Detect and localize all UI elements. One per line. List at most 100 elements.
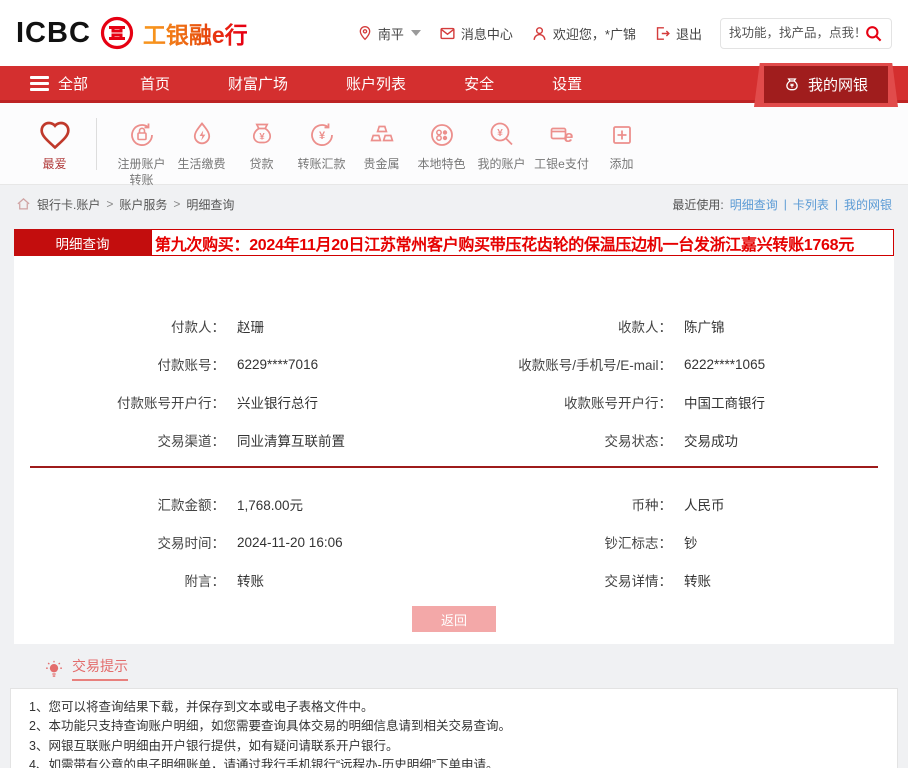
chevron-down-icon	[411, 30, 421, 36]
svg-text:¥: ¥	[497, 128, 503, 139]
nav-item-wealth-plaza[interactable]: 财富广场	[228, 73, 288, 94]
divider	[96, 118, 97, 170]
welcome-user[interactable]: 欢迎您，*广锦	[531, 24, 636, 43]
nav-item-security[interactable]: 安全	[464, 73, 494, 94]
nav-all-menu[interactable]: 全部	[30, 73, 88, 94]
logout-button[interactable]: 退出	[654, 24, 702, 43]
breadcrumb: 银行卡.账户 > 账户服务 > 明细查询	[16, 196, 234, 213]
quickbar-item-local-feature[interactable]: 本地特色	[413, 116, 470, 173]
svg-text:e: e	[563, 127, 572, 146]
local-feature-icon	[425, 116, 459, 154]
quickbar-label: 注册账户转账	[113, 157, 170, 188]
quickbar-item-favorites[interactable]: 最爱	[26, 116, 83, 173]
tips-title: 交易提示	[72, 656, 128, 681]
message-center-link[interactable]: 消息中心	[439, 24, 513, 43]
nav-item-home[interactable]: 首页	[140, 73, 170, 94]
tab-detail-query[interactable]: 明细查询	[14, 229, 151, 256]
quickbar-label: 我的账户	[477, 157, 525, 173]
time-value: 2024-11-20 16:06	[237, 535, 343, 550]
recent-link-detail-query[interactable]: 明细查询	[730, 196, 778, 213]
recent-link-my-ebank[interactable]: 我的网银	[844, 196, 892, 213]
amount-value: 1,768.00元	[237, 494, 303, 514]
txn-detail-label: 交易详情：	[454, 570, 672, 590]
payee-value: 陈广锦	[684, 316, 725, 336]
memo-value: 转账	[237, 570, 264, 590]
detail-row: 交易时间：2024-11-20 16:06 钞汇标志：钞	[14, 530, 894, 554]
detail-query-card: 明细查询 第九次购买：2024年11月20日江苏常州客户购买带压花齿轮的保温压边…	[14, 229, 894, 644]
detail-row: 交易渠道：同业清算互联前置 交易状态：交易成功	[14, 428, 894, 452]
payee-account-label: 收款账号/手机号/E-mail：	[454, 354, 672, 374]
payer-value: 赵珊	[237, 316, 264, 336]
quickbar-item-my-account[interactable]: ¥ 我的账户	[473, 116, 530, 173]
main-nav: 全部 首页 财富广场 账户列表 安全 设置 我的网银	[0, 66, 908, 103]
nav-item-account-list[interactable]: 账户列表	[346, 73, 406, 94]
payee-label: 收款人：	[454, 316, 672, 336]
quickbar-item-epay[interactable]: e 工银e支付	[533, 116, 590, 173]
detail-row: 附言：转账 交易详情：转账	[14, 568, 894, 592]
tab-row: 明细查询 第九次购买：2024年11月20日江苏常州客户购买带压花齿轮的保温压边…	[14, 229, 894, 256]
payee-account-value: 6222****1065	[684, 357, 765, 372]
logout-icon	[654, 25, 671, 42]
memo-label: 附言：	[14, 570, 225, 590]
tip-item: 2、本功能只支持查询账户明细，如您需要查询具体交易的明细信息请到相关交易查询。	[29, 717, 883, 736]
top-header: ICBC 工银融e行 南平 消息中心 欢迎您，*广锦	[0, 0, 908, 66]
breadcrumb-item[interactable]: 账户服务	[119, 196, 167, 213]
channel-value: 同业清算互联前置	[237, 430, 345, 450]
promo-banner: 第九次购买：2024年11月20日江苏常州客户购买带压花齿轮的保温压边机一台发浙…	[151, 229, 894, 256]
svg-text:¥: ¥	[259, 132, 265, 143]
quickbar-label: 转账汇款	[297, 157, 345, 173]
breadcrumb-item[interactable]: 银行卡.账户	[37, 196, 100, 213]
payee-bank-label: 收款账号开户行：	[454, 392, 672, 412]
amount-label: 汇款金额：	[14, 494, 225, 514]
recently-used: 最近使用: 明细查询 | 卡列表 | 我的网银	[672, 196, 892, 213]
quickbar-item-add[interactable]: 添加	[593, 116, 650, 173]
my-ebank-ribbon: 我的网银	[754, 63, 898, 107]
icbc-logo-icon	[99, 15, 135, 51]
money-bag-icon	[784, 77, 800, 93]
detail-row: 汇款金额： 1,768.00元 币种： 人民币	[14, 492, 894, 516]
cash-remit-flag-value: 钞	[684, 532, 698, 552]
currency-value: 人民币	[684, 494, 725, 514]
user-icon	[531, 25, 548, 42]
location-pin-icon	[357, 25, 373, 41]
search-icon[interactable]	[864, 24, 883, 43]
quickbar-item-transfer-remit[interactable]: ¥ 转账汇款	[293, 116, 350, 173]
currency-label: 币种：	[454, 494, 672, 514]
recent-link-card-list[interactable]: 卡列表	[793, 196, 829, 213]
breadcrumb-item: 明细查询	[186, 196, 234, 213]
my-ebank-label: 我的网银	[808, 74, 868, 95]
search-input[interactable]	[729, 26, 864, 40]
location-label: 南平	[378, 24, 404, 43]
tip-item: 4、如需带有公章的电子明细账单，请通过我行手机银行“远程办-历史明细”下单申请。	[29, 756, 883, 768]
recently-used-label: 最近使用:	[672, 196, 723, 213]
quickbar-label: 添加	[609, 157, 633, 173]
home-icon[interactable]	[16, 197, 31, 212]
back-button[interactable]: 返回	[412, 606, 496, 632]
quickbar-item-life-payment[interactable]: 生活缴费	[173, 116, 230, 173]
lightbulb-icon	[44, 659, 64, 679]
search-box[interactable]	[720, 18, 892, 49]
quickbar-item-loan[interactable]: ¥ 贷款	[233, 116, 290, 173]
envelope-icon	[439, 25, 456, 42]
section-divider	[30, 466, 878, 468]
add-icon	[605, 116, 639, 154]
location-selector[interactable]: 南平	[357, 24, 421, 43]
my-account-icon: ¥	[485, 116, 519, 154]
quickbar-label: 最爱	[42, 157, 66, 173]
payer-bank-value: 兴业银行总行	[237, 392, 318, 412]
tip-item: 1、您可以将查询结果下载，并保存到文本或电子表格文件中。	[29, 698, 883, 717]
message-center-label: 消息中心	[461, 24, 513, 43]
my-ebank-button[interactable]: 我的网银	[764, 66, 888, 103]
cash-remit-flag-label: 钞汇标志：	[454, 532, 672, 552]
welcome-label: 欢迎您，*广锦	[553, 24, 636, 43]
nav-item-settings[interactable]: 设置	[552, 73, 582, 94]
quickbar-label: 生活缴费	[177, 157, 225, 173]
quickbar-item-register-transfer[interactable]: 注册账户转账	[113, 116, 170, 188]
quickbar-item-precious-metal[interactable]: 贵金属	[353, 116, 410, 173]
status-label: 交易状态：	[454, 430, 672, 450]
breadcrumb-row: 银行卡.账户 > 账户服务 > 明细查询 最近使用: 明细查询 | 卡列表 | …	[0, 185, 908, 223]
payer-account-value: 6229****7016	[237, 357, 318, 372]
payer-label: 付款人：	[14, 316, 225, 336]
icbc-logo: ICBC 工银融e行	[16, 15, 248, 51]
payer-account-label: 付款账号：	[14, 354, 225, 374]
